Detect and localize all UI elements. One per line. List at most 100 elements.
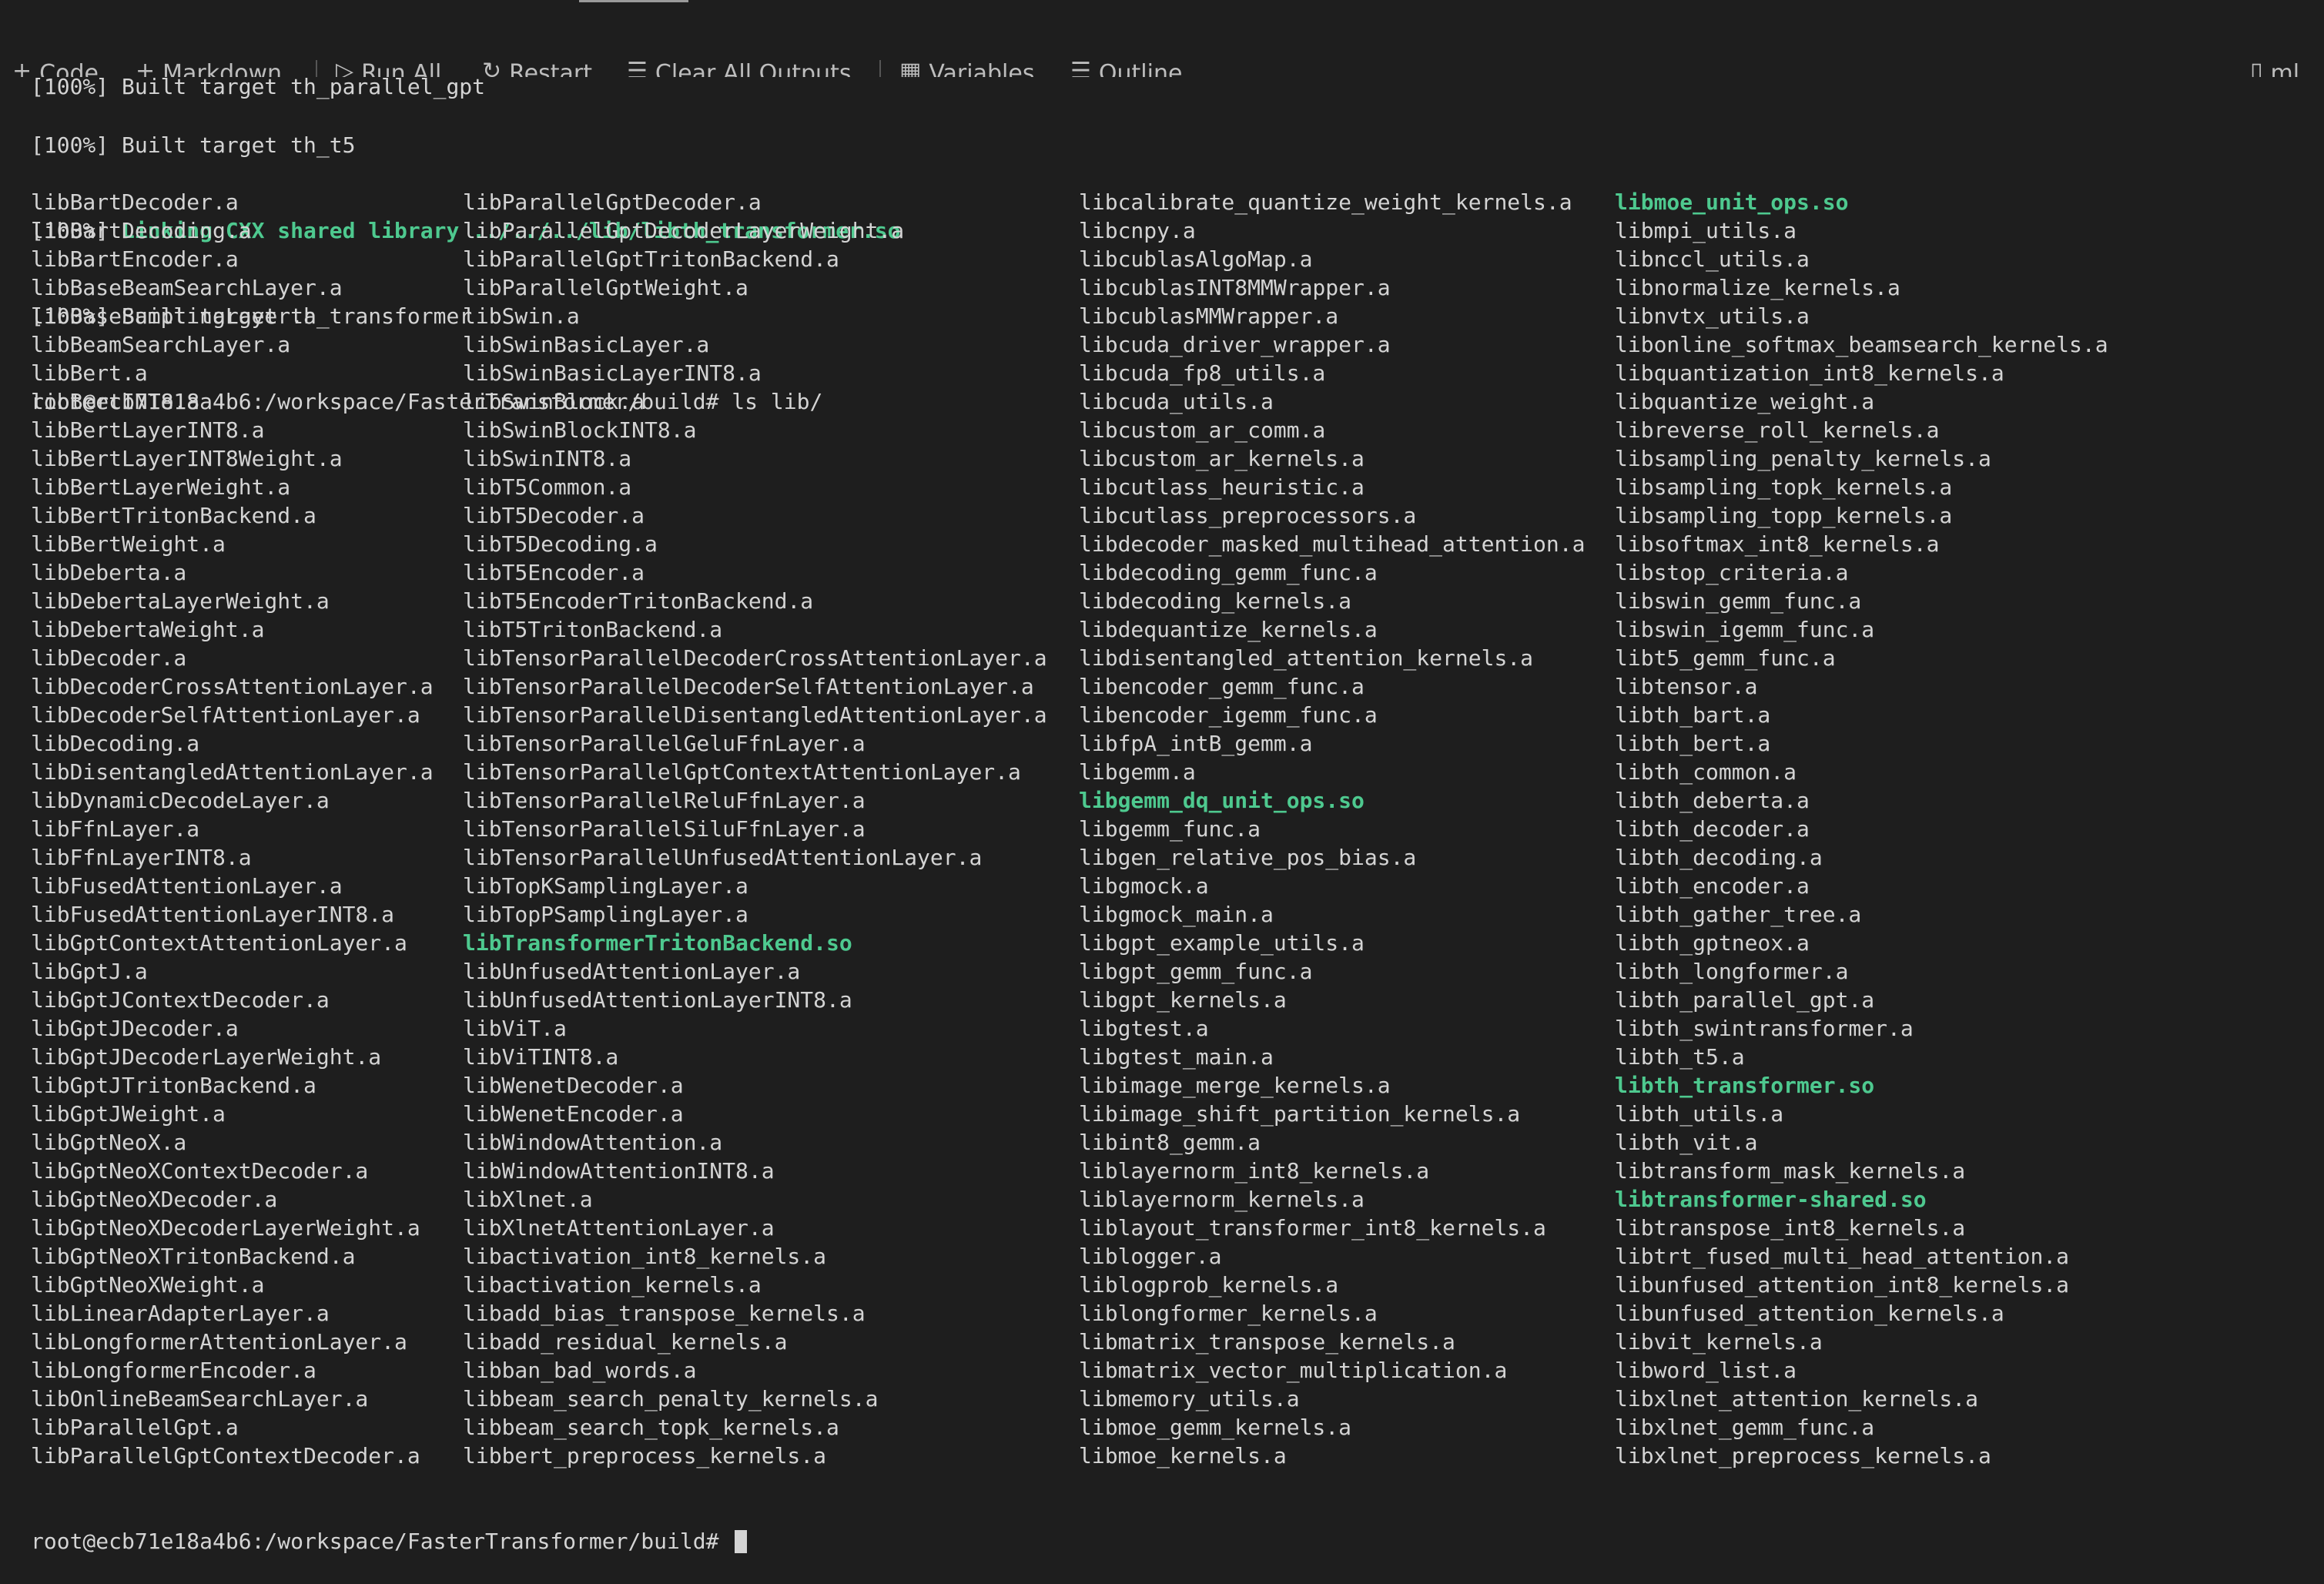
file-entry: libmemory_utils.a: [1079, 1386, 1300, 1412]
file-entry: libtrt_fused_multi_head_attention.a: [1615, 1244, 2070, 1269]
file-entry: libTopKSamplingLayer.a: [463, 873, 748, 899]
file-entry: libbeam_search_penalty_kernels.a: [463, 1386, 879, 1412]
file-entry: libth_gptneox.a: [1615, 930, 1810, 956]
file-entry: libGptNeoXDecoderLayerWeight.a: [31, 1215, 420, 1241]
file-entry: libth_vit.a: [1615, 1130, 1758, 1155]
file-entry: libBertWeight.a: [31, 531, 226, 557]
file-entry: libDisentangledAttentionLayer.a: [31, 759, 434, 785]
file-entry: libxlnet_attention_kernels.a: [1615, 1386, 1979, 1412]
file-entry: libadd_bias_transpose_kernels.a: [463, 1301, 866, 1326]
file-entry: libencoder_gemm_func.a: [1079, 674, 1365, 699]
file-entry: libT5Decoding.a: [463, 531, 658, 557]
file-entry: libBartEncoder.a: [31, 246, 239, 272]
file-entry: libfpA_intB_gemm.a: [1079, 731, 1313, 756]
file-entry: libDeberta.a: [31, 560, 187, 585]
file-entry: libLongformerAttentionLayer.a: [31, 1329, 407, 1355]
file-entry: libGptNeoXContextDecoder.a: [31, 1158, 369, 1184]
file-entry: liblayout_transformer_int8_kernels.a: [1079, 1215, 1546, 1241]
more-actions-label: ...: [1217, 60, 1239, 77]
file-entry: libLinearAdapterLayer.a: [31, 1301, 330, 1326]
file-entry: libBeamSearchLayer.a: [31, 332, 291, 357]
file-entry: libXlnetAttentionLayer.a: [463, 1215, 775, 1241]
prompt-text: root@ecb71e18a4b6:/workspace/FasterTrans…: [31, 1529, 732, 1554]
file-entry: libmpi_utils.a: [1615, 218, 1797, 243]
file-entry: libGptContextAttentionLayer.a: [31, 930, 407, 956]
file-entry: libWindowAttentionINT8.a: [463, 1158, 775, 1184]
file-entry: libvit_kernels.a: [1615, 1329, 1823, 1355]
file-entry: libGptJTritonBackend.a: [31, 1073, 316, 1098]
build-line: [100%] Built target th_t5: [31, 132, 356, 158]
file-entry: libgtest_main.a: [1079, 1044, 1274, 1070]
terminal-cursor: [735, 1530, 748, 1553]
file-entry: libth_deberta.a: [1615, 788, 1810, 813]
file-entry: liblogprob_kernels.a: [1079, 1272, 1339, 1298]
outline-button[interactable]: ☰ Outline: [1070, 60, 1182, 78]
file-entry: libWindowAttention.a: [463, 1130, 723, 1155]
file-entry: libreverse_roll_kernels.a: [1615, 417, 1940, 443]
file-entry: libmoe_unit_ops.so: [1615, 189, 1849, 215]
file-entry: libgen_relative_pos_bias.a: [1079, 845, 1417, 870]
file-entry: libnccl_utils.a: [1615, 246, 1810, 272]
file-entry: libth_bert.a: [1615, 731, 1771, 756]
file-entry: libmoe_kernels.a: [1079, 1443, 1287, 1468]
file-entry: libtransform_mask_kernels.a: [1615, 1158, 1966, 1184]
file-entry: libParallelGptWeight.a: [463, 275, 748, 300]
file-entry: libDecoding.a: [31, 731, 200, 756]
file-entry: libth_bart.a: [1615, 702, 1771, 728]
file-entry: libmatrix_vector_multiplication.a: [1079, 1358, 1508, 1383]
file-entry: libth_common.a: [1615, 759, 1797, 785]
variables-icon: ▦: [899, 58, 922, 78]
file-entry: libTensorParallelDecoderCrossAttentionLa…: [463, 645, 1047, 671]
kernel-icon: ▯: [2250, 58, 2263, 78]
file-entry: libT5TritonBackend.a: [463, 617, 723, 642]
file-entry: libBartDecoding.a: [31, 218, 252, 243]
file-entry: libcublasINT8MMWrapper.a: [1079, 275, 1391, 300]
terminal-prompt[interactable]: root@ecb71e18a4b6:/workspace/FasterTrans…: [31, 1470, 748, 1584]
file-entry: libcuda_fp8_utils.a: [1079, 360, 1326, 386]
plus-icon: +: [12, 58, 32, 78]
file-entry: libBertLayerWeight.a: [31, 474, 291, 500]
file-entry: libgemm_func.a: [1079, 816, 1261, 842]
file-entry: libgpt_example_utils.a: [1079, 930, 1365, 956]
more-actions-button[interactable]: ...: [1217, 60, 1239, 77]
file-entry: libxlnet_gemm_func.a: [1615, 1415, 1875, 1440]
file-entry: libth_swintransformer.a: [1615, 1016, 1914, 1041]
ls-output: libBartDecoder.a libBartDecoding.a libBart…: [31, 188, 2108, 1468]
file-entry: libbert_preprocess_kernels.a: [463, 1443, 827, 1468]
file-entry: libth_encoder.a: [1615, 873, 1810, 899]
file-entry: libGptJDecoderLayerWeight.a: [31, 1044, 382, 1070]
file-entry: libonline_softmax_beamsearch_kernels.a: [1615, 332, 2108, 357]
file-entry: libFusedAttentionLayerINT8.a: [31, 902, 395, 927]
file-entry: libstop_criteria.a: [1615, 560, 1849, 585]
file-entry: libWenetDecoder.a: [463, 1073, 684, 1098]
file-entry: libParallelGptTritonBackend.a: [463, 246, 839, 272]
file-entry: libnormalize_kernels.a: [1615, 275, 1900, 300]
active-tab-indicator: [579, 0, 688, 2]
file-entry: libSwinBasicLayerINT8.a: [463, 360, 762, 386]
file-entry: libgemm_dq_unit_ops.so: [1079, 788, 1365, 813]
file-entry: libT5EncoderTritonBackend.a: [463, 588, 814, 614]
file-entry: libFfnLayer.a: [31, 816, 200, 842]
file-entry: libgpt_gemm_func.a: [1079, 959, 1313, 984]
file-entry: libDebertaLayerWeight.a: [31, 588, 330, 614]
file-entry: libBertTritonBackend.a: [31, 503, 316, 528]
file-entry: libTensorParallelDisentangledAttentionLa…: [463, 702, 1047, 728]
file-entry: libTensorParallelUnfusedAttentionLayer.a: [463, 845, 983, 870]
file-entry: libcutlass_preprocessors.a: [1079, 503, 1417, 528]
file-entry: libdisentangled_attention_kernels.a: [1079, 645, 1534, 671]
variables-button[interactable]: ▦ Variables: [899, 58, 1034, 78]
file-entry: libTopPSamplingLayer.a: [463, 902, 748, 927]
file-entry: libWenetEncoder.a: [463, 1101, 684, 1127]
file-entry: libDynamicDecodeLayer.a: [31, 788, 330, 813]
file-entry: libViTINT8.a: [463, 1044, 619, 1070]
file-entry: libbeam_search_topk_kernels.a: [463, 1415, 839, 1440]
file-entry: libGptNeoXWeight.a: [31, 1272, 265, 1298]
file-entry: libimage_merge_kernels.a: [1079, 1073, 1391, 1098]
file-entry: libParallelGptDecoder.a: [463, 189, 762, 215]
file-entry: libword_list.a: [1615, 1358, 1797, 1383]
file-entry: libth_longformer.a: [1615, 959, 1849, 984]
file-entry: libTensorParallelReluFfnLayer.a: [463, 788, 866, 813]
file-entry: libBertLayerINT8.a: [31, 417, 265, 443]
kernel-picker[interactable]: ▯ ml: [2250, 58, 2299, 78]
ls-column-3: libcalibrate_quantize_weight_kernels.a li…: [1079, 188, 1585, 1470]
